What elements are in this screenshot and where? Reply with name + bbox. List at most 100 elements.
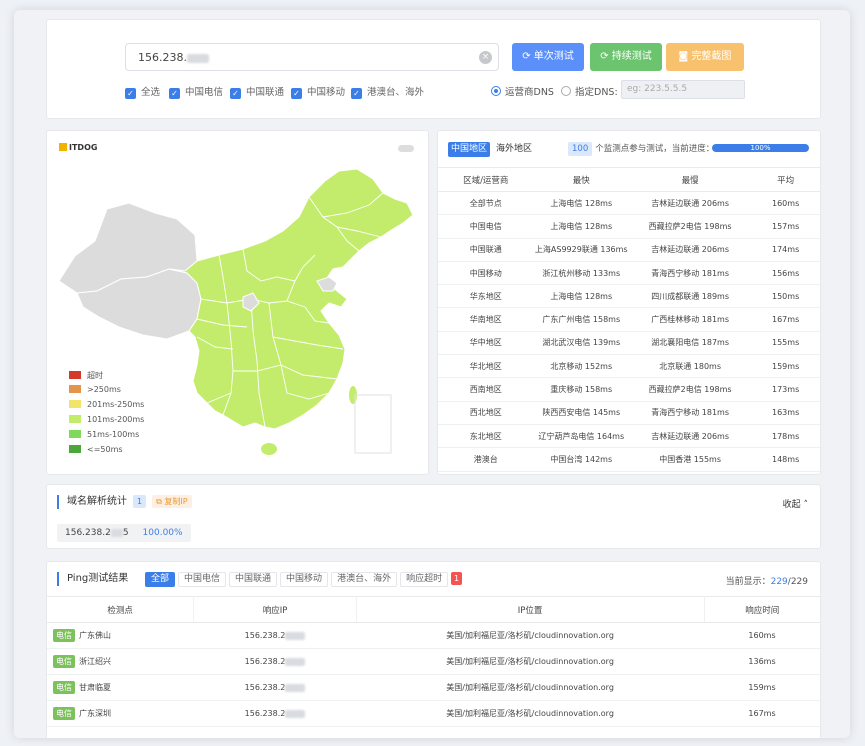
radio-isp-dns[interactable]: 运营商DNS: [491, 84, 554, 98]
table-cell: 中国台湾 142ms: [533, 447, 629, 472]
check-overseas[interactable]: ✓ 港澳台、海外: [351, 84, 424, 99]
node-count: 100 个监测点参与测试，当前进度：: [568, 142, 714, 156]
clear-icon[interactable]: ×: [479, 51, 492, 64]
south-sea-inset: [354, 394, 392, 454]
table-cell: 178ms: [751, 424, 820, 449]
refresh-icon: ⟳: [522, 51, 534, 62]
redacted-text: [110, 528, 123, 537]
legend-item: 101ms-200ms: [69, 415, 144, 430]
radio-custom-dns[interactable]: 指定DNS:: [561, 84, 618, 98]
table-row: 中国电信 上海电信 128ms 西藏拉萨2电信 198ms 157ms: [438, 214, 820, 239]
tab-all[interactable]: 全部: [145, 572, 176, 587]
column-header: 区域/运营商: [438, 167, 534, 192]
table-cell: 湖北襄阳电信 187ms: [629, 331, 752, 356]
region-stats-table: 区域/运营商 最快 最慢 平均 全部节点 上海电信 128ms 吉林延边联通 206…: [438, 167, 820, 472]
legend-item: 超时: [69, 370, 144, 385]
dns-count-badge: 1: [133, 495, 147, 508]
ping-table: 检测点 响应IP IP位置 响应时间 电信 广东佛山 156.238.2 美国/加利福…: [47, 596, 820, 727]
ip-location: 美国/加利福尼亚/洛杉矶/cloudinnovation.org: [356, 700, 705, 727]
check-unicom[interactable]: ✓ 中国联通: [230, 84, 284, 99]
region-tabs: 中国地区 海外地区: [448, 142, 538, 157]
column-header: 最慢: [629, 167, 752, 192]
check-telecom[interactable]: ✓ 中国电信: [169, 84, 223, 99]
check-label: 中国电信: [185, 87, 224, 98]
response-time: 136ms: [704, 648, 820, 675]
column-header: 检测点: [47, 596, 195, 623]
table-cell: 167ms: [751, 307, 820, 332]
column-header: 平均: [751, 167, 820, 192]
collapse-button[interactable]: 收起 ˄: [783, 497, 808, 510]
node-count-badge: 100: [568, 142, 593, 156]
probe-cell: 电信 广东佛山: [47, 622, 194, 649]
table-cell: 上海AS9929联通 136ms: [533, 238, 629, 262]
tab-timeout[interactable]: 响应超时: [400, 572, 449, 587]
target-input[interactable]: 156.238. ×: [125, 43, 499, 71]
ping-results-panel: Ping测试结果 全部 中国电信 中国联通 中国移动 港澳台、海外 响应超时 1 当前显示：…: [46, 561, 821, 738]
table-cell: 西藏拉萨2电信 198ms: [629, 214, 752, 239]
checkbox-icon: ✓: [125, 88, 136, 99]
tab-overseas[interactable]: 港澳台、海外: [331, 572, 398, 587]
table-cell: 华南地区: [438, 307, 534, 332]
checkbox-icon: ✓: [291, 88, 302, 99]
table-cell: 吉林延边联通 206ms: [629, 424, 752, 449]
legend-label: 51ms-100ms: [87, 430, 140, 439]
table-cell: 159ms: [751, 354, 820, 379]
section-title: Ping测试结果: [57, 572, 128, 586]
table-row: 中国移动 浙江杭州移动 133ms 青海西宁移动 181ms 156ms: [438, 261, 820, 286]
ping-filter-tabs: 全部 中国电信 中国联通 中国移动 港澳台、海外 响应超时 1: [145, 572, 463, 587]
tab-telecom[interactable]: 中国电信: [178, 572, 227, 587]
checkbox-icon: ✓: [169, 88, 180, 99]
check-all[interactable]: ✓ 全选: [125, 84, 160, 99]
table-cell: 北京移动 152ms: [533, 354, 629, 379]
legend-label: 超时: [87, 371, 103, 380]
screenshot-button[interactable]: ◙ 完整截图: [666, 43, 744, 71]
response-time: 160ms: [704, 622, 820, 649]
isp-badge: 电信: [53, 629, 75, 642]
table-cell: 港澳台: [438, 447, 534, 472]
radio-label: 运营商DNS: [505, 87, 554, 98]
timeout-count-badge: 1: [451, 572, 463, 585]
response-ip-cell: 156.238.2: [193, 622, 357, 649]
table-cell: 163ms: [751, 401, 820, 425]
legend-label: >250ms: [87, 385, 121, 394]
table-row: 东北地区 辽宁葫芦岛电信 164ms 吉林延边联通 206ms 178ms: [438, 424, 820, 449]
map-region-hainan: [261, 443, 277, 455]
tab-mobile[interactable]: 中国移动: [280, 572, 329, 587]
isp-badge: 电信: [53, 681, 75, 694]
table-cell: 吉林延边联通 206ms: [629, 238, 752, 262]
dns-input[interactable]: eg: 223.5.5.5: [621, 80, 745, 99]
table-cell: 中国联通: [438, 238, 534, 262]
tab-unicom[interactable]: 中国联通: [229, 572, 278, 587]
column-header: 最快: [533, 167, 629, 192]
radio-label: 指定DNS:: [575, 87, 618, 98]
table-row: 华东地区 上海电信 128ms 四川成都联通 189ms 150ms: [438, 284, 820, 309]
checkbox-icon: ✓: [351, 88, 362, 99]
table-cell: 青海西宁移动 181ms: [629, 401, 752, 425]
response-ip: 156.238.2: [244, 683, 286, 692]
continuous-test-button[interactable]: ⟳ 持续测试: [590, 43, 662, 71]
column-header: IP位置: [356, 596, 705, 623]
response-ip-cell: 156.238.2: [193, 674, 357, 701]
table-cell: 中国移动: [438, 261, 534, 286]
resolved-ip-chip[interactable]: 156.238.2 5 100.00%: [57, 524, 191, 542]
check-mobile[interactable]: ✓ 中国移动: [291, 84, 345, 99]
table-row: 电信 广东佛山 156.238.2 美国/加利福尼亚/洛杉矶/cloudinnovat…: [47, 622, 820, 649]
check-label: 中国移动: [307, 87, 346, 98]
table-row: 华中地区 湖北武汉电信 139ms 湖北襄阳电信 187ms 155ms: [438, 331, 820, 356]
checkbox-icon: ✓: [230, 88, 241, 99]
table-cell: 上海电信 128ms: [533, 214, 629, 239]
table-cell: 青海西宁移动 181ms: [629, 261, 752, 286]
tab-overseas[interactable]: 海外地区: [493, 142, 535, 157]
legend-swatch: [69, 400, 81, 408]
table-cell: 陕西西安电信 145ms: [533, 401, 629, 425]
ip-location: 美国/加利福尼亚/洛杉矶/cloudinnovation.org: [356, 648, 705, 675]
single-test-button[interactable]: ⟳ 单次测试: [512, 43, 584, 71]
map-region-mainland: [168, 168, 414, 430]
redacted-text: [186, 53, 209, 63]
tab-china[interactable]: 中国地区: [448, 142, 491, 157]
table-row: 西南地区 重庆移动 158ms 西藏拉萨2电信 198ms 173ms: [438, 377, 820, 402]
copy-ip-button[interactable]: ⧉ 复制IP: [152, 495, 192, 508]
table-row: 电信 广东深圳 156.238.2 美国/加利福尼亚/洛杉矶/cloudinnovat…: [47, 700, 820, 727]
legend-item: 201ms-250ms: [69, 400, 144, 415]
table-cell: 174ms: [751, 238, 820, 262]
